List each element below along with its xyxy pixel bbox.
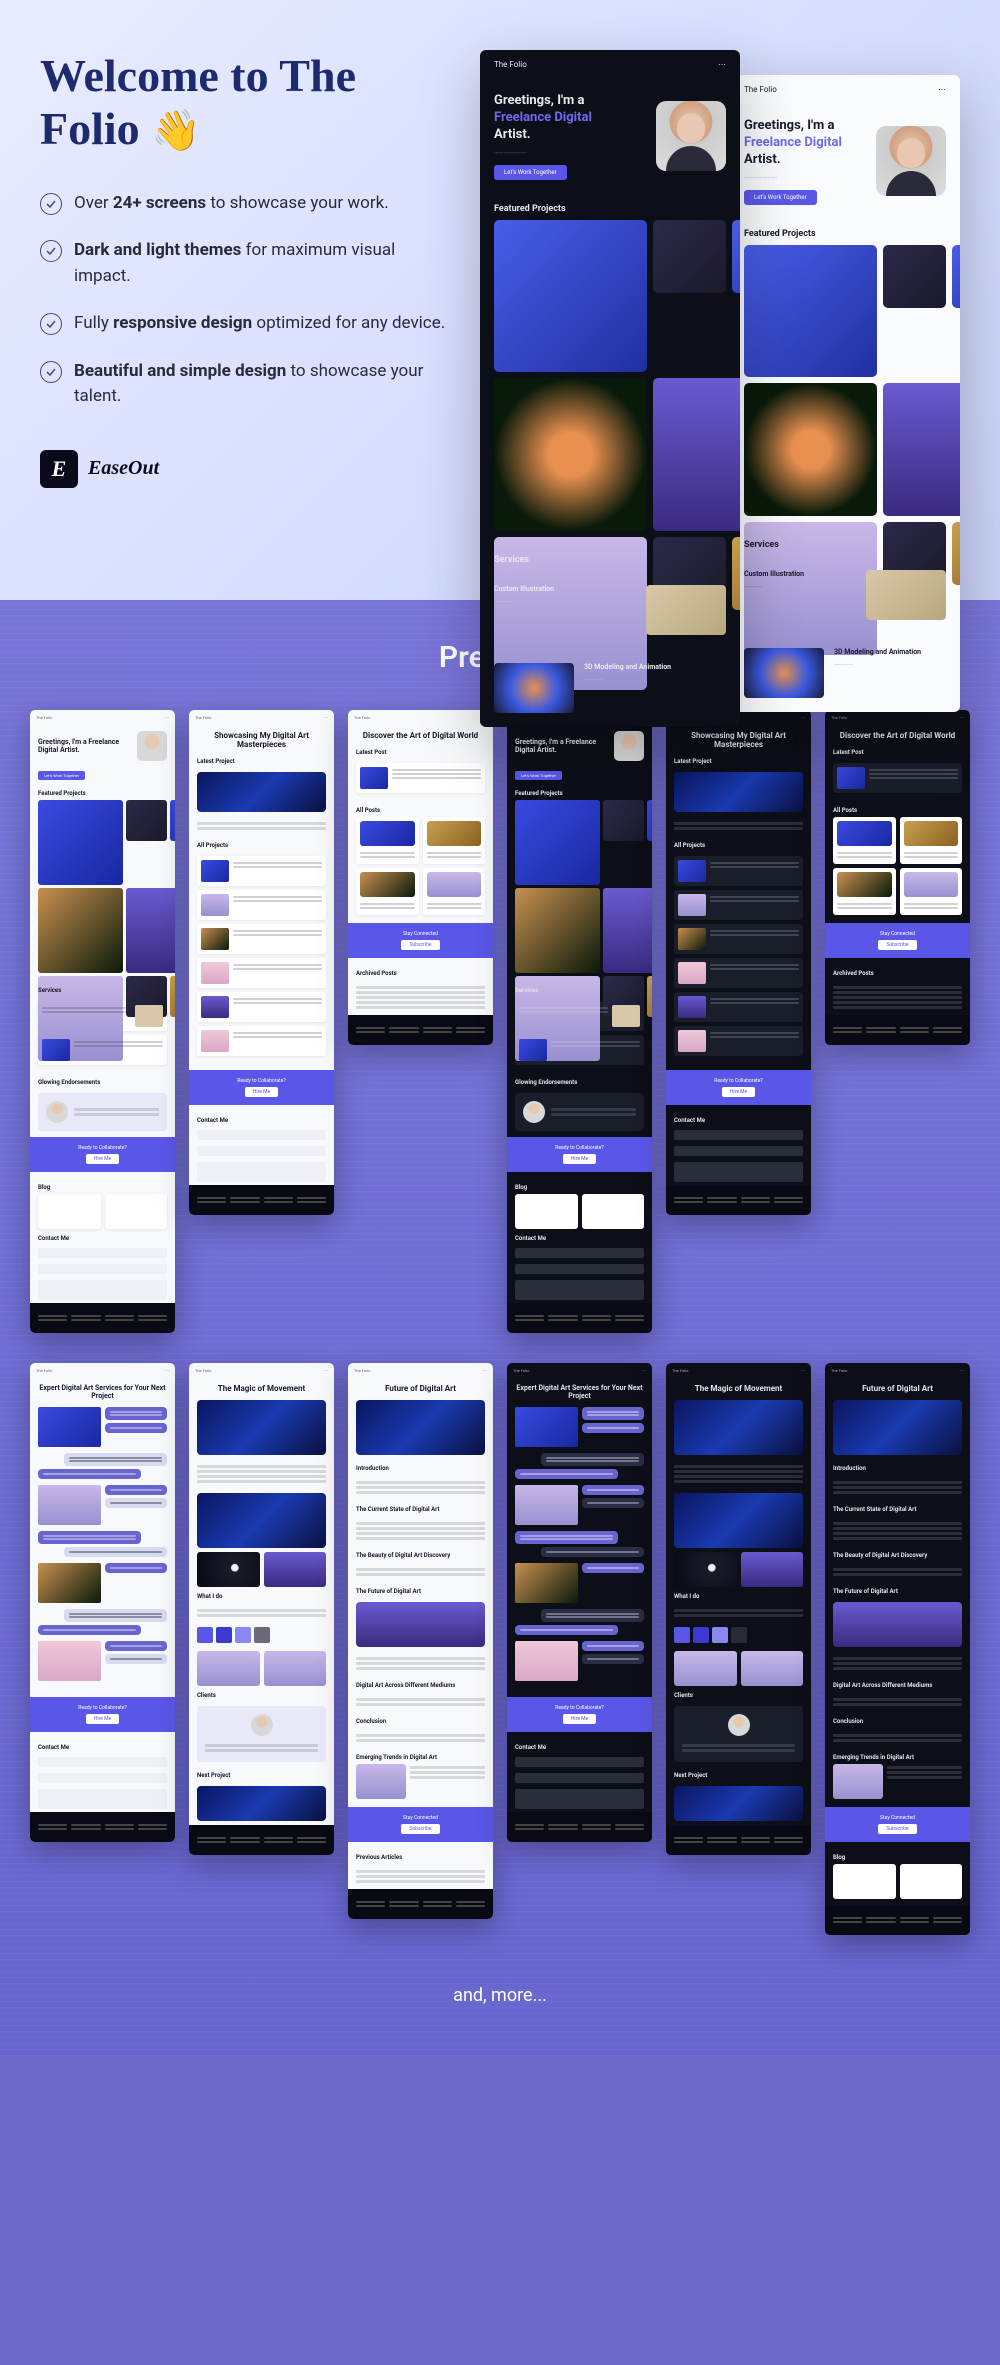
preview-services-dark: The Folio⋯ Expert Digital Art Services f… <box>507 1363 652 1842</box>
project-tile <box>952 522 960 585</box>
feature-item: Fully responsive design optimized for an… <box>40 311 450 337</box>
more-text: and, more... <box>30 1965 970 2006</box>
preview-home-light: The Folio⋯ Greetings, I'm a Freelance Di… <box>30 710 175 1333</box>
mock-header: The Folio ⋯ <box>480 50 740 79</box>
check-icon <box>40 313 62 335</box>
preview-row-1: The Folio⋯ Greetings, I'm a Freelance Di… <box>30 710 970 1333</box>
avatar-image <box>876 126 946 196</box>
mockup-dark: The Folio ⋯ Greetings, I'm a Freelance D… <box>480 50 740 727</box>
mock-grid <box>730 245 960 530</box>
cta-button: Let's Work Together <box>38 771 85 780</box>
menu-icon: ⋯ <box>938 85 946 94</box>
preview-home-dark: The Folio⋯ Greetings, I'm a Freelance Di… <box>507 710 652 1333</box>
color-swatches <box>189 1623 334 1647</box>
service-image <box>744 648 824 698</box>
project-tile <box>494 220 647 373</box>
brand-name: EaseOut <box>88 457 159 480</box>
project-tile <box>732 220 740 293</box>
mock-logo: The Folio <box>494 60 527 69</box>
hero-title: Welcome to The Folio 👋 <box>40 50 450 156</box>
avatar-image <box>656 101 726 171</box>
preview-projects-dark: The Folio⋯ Showcasing My Digital Art Mas… <box>666 710 811 1215</box>
hero-image <box>197 772 326 812</box>
mock-hero: Greetings, I'm a Freelance Digital Artis… <box>730 104 960 219</box>
mock-grid <box>480 220 740 545</box>
featured-heading: Featured Projects <box>480 194 740 220</box>
service-image <box>494 663 574 713</box>
preview-article-light: The Folio⋯ Future of Digital Art Introdu… <box>348 1363 493 1919</box>
feature-item: Over 24+ screens to showcase your work. <box>40 191 450 217</box>
preview-services-light: The Folio⋯ Expert Digital Art Services f… <box>30 1363 175 1842</box>
footer <box>30 1303 175 1333</box>
preview-blog-dark: The Folio⋯ Discover the Art of Digital W… <box>825 710 970 1045</box>
footer <box>825 1015 970 1045</box>
service-image <box>866 570 946 620</box>
mock-header: The Folio ⋯ <box>730 75 960 104</box>
preview-blog-light: The Folio⋯ Discover the Art of Digital W… <box>348 710 493 1045</box>
testimonial-avatar <box>523 1101 545 1123</box>
mock-hero: Greetings, I'm a Freelance Digital Artis… <box>480 79 740 194</box>
check-icon <box>40 361 62 383</box>
featured-heading: Featured Projects <box>730 219 960 245</box>
avatar-image <box>614 731 644 761</box>
avatar-image <box>137 731 167 761</box>
feature-list: Over 24+ screens to showcase your work. … <box>40 191 450 410</box>
service-image <box>646 585 726 635</box>
project-tile <box>732 537 740 610</box>
title-line2: Folio <box>40 103 140 154</box>
title-line1: Welcome to The <box>40 50 356 101</box>
preview-project-detail-light: The Folio⋯ The Magic of Movement What I … <box>189 1363 334 1855</box>
check-icon <box>40 240 62 262</box>
project-tile <box>653 378 740 531</box>
hero-image <box>197 1400 326 1455</box>
footer <box>348 1015 493 1045</box>
footer <box>189 1185 334 1215</box>
cta-button: Let's Work Together <box>515 771 562 780</box>
preview-article-dark: The Folio⋯ Future of Digital Art Introdu… <box>825 1363 970 1935</box>
feature-item: Dark and light themes for maximum visual… <box>40 238 450 289</box>
color-swatches <box>666 1623 811 1647</box>
project-tile <box>653 220 726 293</box>
footer <box>666 1185 811 1215</box>
hero-content: Welcome to The Folio 👋 Over 24+ screens … <box>40 50 450 560</box>
hero-section: Welcome to The Folio 👋 Over 24+ screens … <box>0 0 1000 600</box>
project-tile <box>744 383 877 516</box>
wave-icon: 👋 <box>151 108 201 153</box>
mock-cta-button: Let's Work Together <box>744 190 817 205</box>
project-tile <box>744 245 877 378</box>
footer <box>507 1303 652 1333</box>
preview-projects-light: The Folio⋯ Showcasing My Digital Art Mas… <box>189 710 334 1215</box>
mock-cta-button: Let's Work Together <box>494 165 567 180</box>
preview-row-2: The Folio⋯ Expert Digital Art Services f… <box>30 1363 970 1935</box>
project-tile <box>494 378 647 531</box>
project-tile <box>952 245 960 308</box>
brand: E EaseOut <box>40 450 450 488</box>
previews-section: Previews The Folio⋯ Greetings, I'm a Fre… <box>0 600 1000 2056</box>
hero-mockups: The Folio ⋯ Greetings, I'm a Freelance D… <box>480 50 960 560</box>
mock-logo: The Folio <box>744 85 777 94</box>
testimonial-avatar <box>46 1101 68 1123</box>
menu-icon: ⋯ <box>718 60 726 69</box>
feature-item: Beautiful and simple design to showcase … <box>40 359 450 410</box>
mockup-light: The Folio ⋯ Greetings, I'm a Freelance D… <box>730 75 960 712</box>
check-icon <box>40 193 62 215</box>
preview-project-detail-dark: The Folio⋯ The Magic of Movement What I … <box>666 1363 811 1855</box>
project-tile <box>883 245 946 308</box>
project-tile <box>883 383 960 516</box>
brand-logo-icon: E <box>40 450 78 488</box>
